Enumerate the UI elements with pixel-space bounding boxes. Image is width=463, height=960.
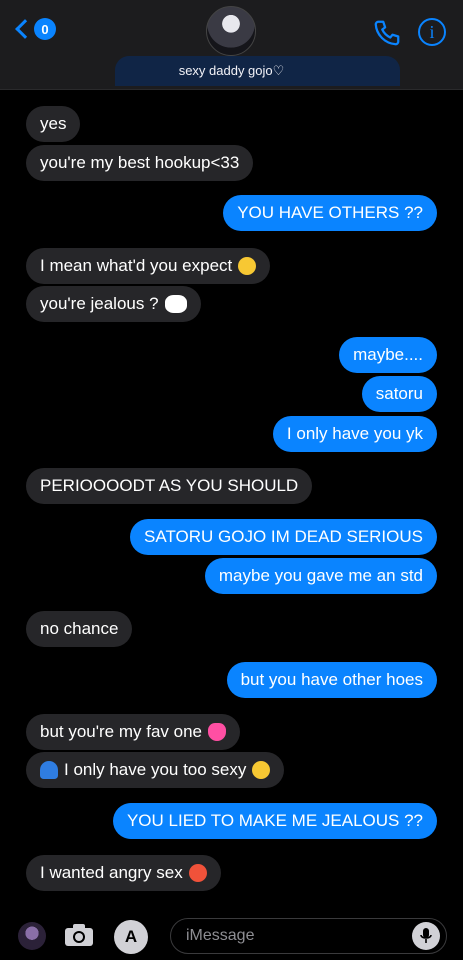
blue-cap-emoji-icon (40, 761, 58, 779)
phone-icon[interactable] (372, 18, 402, 48)
message-text: but you're my fav one (40, 722, 202, 741)
microphone-icon[interactable] (412, 922, 440, 950)
info-icon[interactable]: i (418, 18, 446, 46)
message-text: I wanted angry sex (40, 863, 183, 882)
pink-heart-emoji-icon (208, 723, 226, 741)
message-bubble[interactable]: maybe you gave me an std (204, 558, 437, 594)
message-bubble[interactable]: PERIOOOODT AS YOU SHOULD (26, 468, 313, 504)
message-text: no chance (40, 619, 119, 638)
message-bubble[interactable]: I wanted angry sex (26, 855, 221, 891)
message-text: YOU HAVE OTHERS ?? (237, 203, 423, 222)
message-text: yes (40, 114, 67, 133)
message-text: satoru (375, 384, 423, 403)
hot-face-emoji-icon (188, 864, 207, 882)
conversation-header: 0 sexy daddy gojo♡ i (0, 0, 463, 90)
message-text: SATORU GOJO IM DEAD SERIOUS (144, 527, 423, 546)
chevron-left-icon (15, 19, 35, 39)
message-text: but you have other hoes (240, 670, 423, 689)
message-text: maybe.... (353, 345, 423, 364)
message-bubble[interactable]: I mean what'd you expect (26, 248, 271, 284)
message-input-placeholder: iMessage (186, 927, 255, 944)
app-store-icon[interactable]: A (114, 920, 148, 954)
eyes-emoji-icon (164, 295, 187, 313)
message-bubble[interactable]: satoru (361, 376, 437, 412)
back-button[interactable]: 0 (14, 18, 56, 40)
message-text: I only have you too sexy (64, 760, 247, 779)
unread-count-badge: 0 (34, 18, 56, 40)
message-input[interactable]: iMessage (170, 918, 447, 954)
memoji-icon[interactable] (18, 922, 46, 950)
message-text: I mean what'd you expect (40, 256, 233, 275)
message-bubble[interactable]: but you have other hoes (226, 662, 437, 698)
message-bubble[interactable]: SATORU GOJO IM DEAD SERIOUS (130, 519, 437, 555)
message-bubble[interactable]: maybe.... (339, 337, 437, 373)
message-bubble[interactable]: I only have you yk (272, 416, 437, 452)
message-text: you're jealous ? (40, 294, 159, 313)
heart-eyes-emoji-icon (238, 257, 257, 275)
message-bubble[interactable]: you're jealous ? (26, 286, 201, 322)
contact-avatar[interactable] (206, 6, 256, 56)
message-text: maybe you gave me an std (218, 566, 423, 585)
message-text: YOU LIED TO MAKE ME JEALOUS ?? (126, 811, 423, 830)
camera-icon[interactable] (64, 923, 94, 947)
message-bubble[interactable]: but you're my fav one (26, 714, 240, 750)
message-text: PERIOOOODT AS YOU SHOULD (40, 476, 299, 495)
message-bubble[interactable]: YOU HAVE OTHERS ?? (223, 195, 437, 231)
message-bubble[interactable]: no chance (26, 611, 133, 647)
contact-name[interactable]: sexy daddy gojo♡ (0, 63, 463, 79)
smirk-emoji-icon (252, 761, 271, 779)
message-bubble[interactable]: YOU LIED TO MAKE ME JEALOUS ?? (112, 803, 437, 839)
message-bubble[interactable]: I only have you too sexy (26, 752, 285, 788)
message-bubble[interactable]: you're my best hookup<33 (26, 145, 254, 181)
composer-bar: A iMessage (0, 910, 463, 960)
message-text: I only have you yk (286, 424, 423, 443)
message-bubble[interactable]: yes (26, 106, 81, 142)
message-text: you're my best hookup<33 (40, 153, 240, 172)
